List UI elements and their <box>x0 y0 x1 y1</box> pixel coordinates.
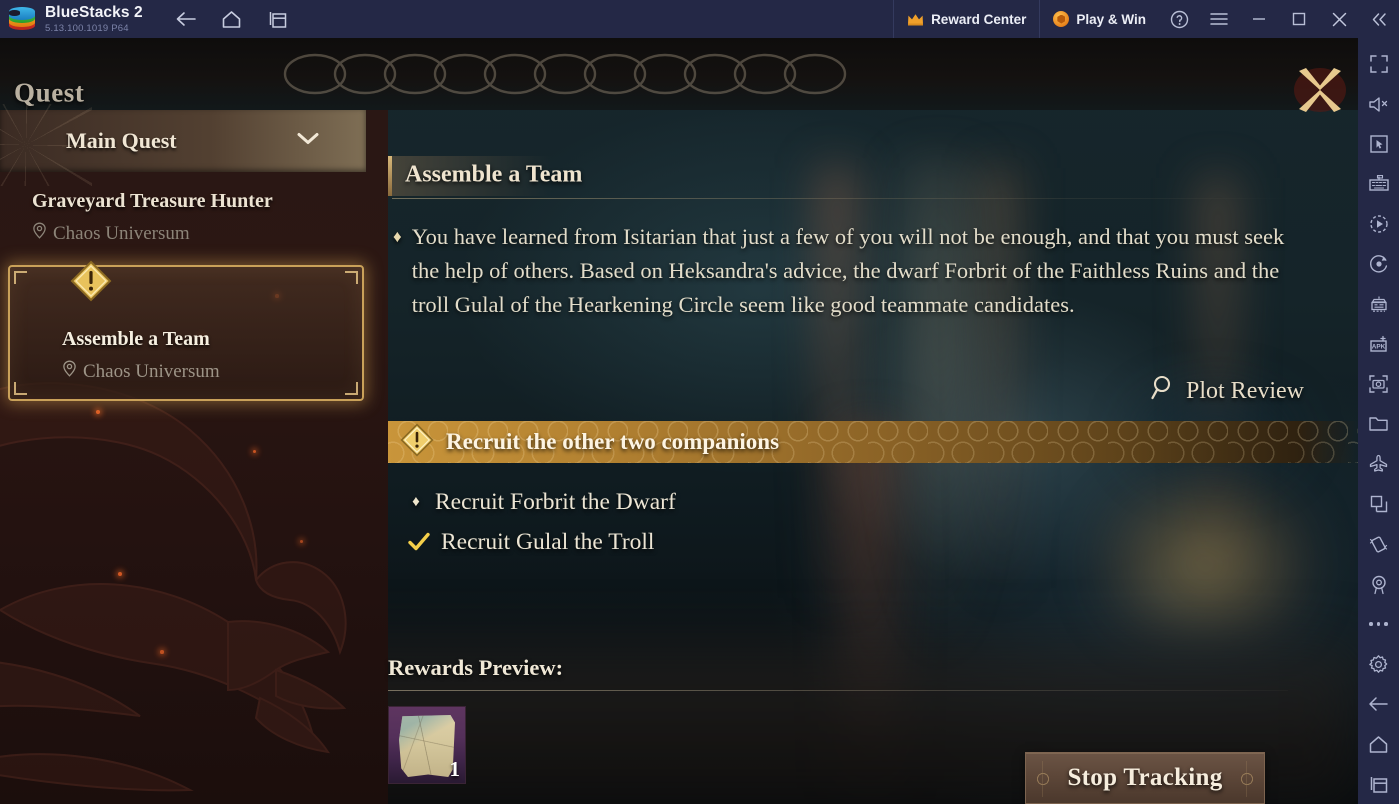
gear-icon[interactable] <box>1358 644 1399 684</box>
bullet-diamond-icon: ♦ <box>393 227 402 246</box>
record-icon[interactable] <box>1358 244 1399 284</box>
app-identity: BlueStacks 2 5.13.100.1019 P64 <box>45 5 143 33</box>
quest-detail-title: Assemble a Team <box>405 161 583 188</box>
map-pin-icon <box>62 360 77 383</box>
svg-text:APK: APK <box>1371 343 1385 350</box>
macro-play-icon[interactable] <box>1358 204 1399 244</box>
check-icon <box>408 532 430 552</box>
objective-label: Recruit the other two companions <box>446 429 780 454</box>
cursor-icon[interactable] <box>1358 124 1399 164</box>
main-quest-category-header[interactable]: Main Quest <box>0 104 366 186</box>
rewards-divider <box>388 690 1288 691</box>
chevron-down-icon <box>296 132 320 151</box>
quest-detail-title-block: Assemble a Team <box>388 156 1293 202</box>
quest-name: Assemble a Team <box>62 328 210 350</box>
multi-instance-icon[interactable] <box>263 4 293 34</box>
quest-diamond-icon <box>400 422 434 462</box>
magnifier-icon <box>1150 375 1175 408</box>
keyboard-icon[interactable] <box>1358 164 1399 204</box>
plot-review-button[interactable]: Plot Review <box>1150 375 1304 408</box>
titlebar-right: Reward Center Play & Win <box>893 0 1399 38</box>
fullscreen-icon[interactable] <box>1358 44 1399 84</box>
folder-icon[interactable] <box>1358 404 1399 444</box>
game-viewport: Quest Main Quest Graveyard Treasure Hunt… <box>0 38 1358 804</box>
android-back-icon[interactable] <box>1358 684 1399 724</box>
quest-location: Chaos Universum <box>32 222 388 245</box>
minimize-icon[interactable] <box>1239 0 1279 38</box>
stop-tracking-button[interactable]: Stop Tracking <box>1025 752 1265 804</box>
bluestacks-window: BlueStacks 2 5.13.100.1019 P64 Reward Ce… <box>0 0 1399 804</box>
quest-diamond-icon <box>70 260 112 302</box>
mute-icon[interactable] <box>1358 84 1399 124</box>
quest-location-label: Chaos Universum <box>83 360 220 382</box>
objective-bar: Recruit the other two companions <box>388 421 1358 463</box>
reward-center-button[interactable]: Reward Center <box>893 0 1039 38</box>
crown-icon <box>907 13 924 26</box>
home-icon[interactable] <box>217 4 247 34</box>
sub-objective-label: Recruit Forbrit the Dwarf <box>435 488 676 515</box>
shake-icon[interactable] <box>1358 524 1399 564</box>
location-icon[interactable] <box>1358 564 1399 604</box>
copy-icon[interactable] <box>1358 484 1399 524</box>
help-icon[interactable] <box>1159 0 1199 38</box>
bluestacks-logo <box>9 6 35 32</box>
reward-item[interactable]: 1 <box>388 706 466 784</box>
screenshot-icon[interactable] <box>1358 364 1399 404</box>
hamburger-menu-icon[interactable] <box>1199 0 1239 38</box>
play-and-win-button[interactable]: Play & Win <box>1039 0 1159 38</box>
treasure-map-icon <box>399 715 455 777</box>
quest-header-strip: Quest <box>0 38 1358 112</box>
map-pin-icon <box>32 222 47 245</box>
app-version: 5.13.100.1019 P64 <box>45 22 129 34</box>
rewards-preview-title: Rewards Preview: <box>388 655 564 680</box>
close-icon[interactable] <box>1319 0 1359 38</box>
dragon-artwork <box>0 382 347 792</box>
emulator-sidebar-rail: APK <box>1358 38 1399 804</box>
quest-name: Graveyard Treasure Hunter <box>32 190 273 212</box>
android-home-icon[interactable] <box>1358 724 1399 764</box>
chain-ornament-icon <box>283 53 847 95</box>
sub-objective-recruit-forbrit: ♦ Recruit Forbrit the Dwarf <box>408 482 676 522</box>
stop-tracking-label: Stop Tracking <box>1067 764 1223 791</box>
android-recents-icon[interactable] <box>1358 764 1399 804</box>
app-name: BlueStacks 2 <box>45 4 143 21</box>
bullet-diamond-icon: ♦ <box>412 493 420 510</box>
collapse-chevrons-icon[interactable] <box>1359 0 1399 38</box>
more-dots-icon[interactable] <box>1358 604 1399 644</box>
apk-install-icon[interactable]: APK <box>1358 324 1399 364</box>
quest-list: Graveyard Treasure Hunter Chaos Universu… <box>0 180 388 401</box>
sub-objective-list: ♦ Recruit Forbrit the Dwarf Recruit Gula… <box>408 482 676 562</box>
play-and-win-label: Play & Win <box>1076 11 1146 27</box>
quest-location: Chaos Universum <box>62 360 362 383</box>
reward-quantity: 1 <box>449 757 461 781</box>
sub-objective-label: Recruit Gulal the Troll <box>441 528 655 555</box>
quest-location-label: Chaos Universum <box>53 222 190 244</box>
titlebar: BlueStacks 2 5.13.100.1019 P64 Reward Ce… <box>0 0 1399 38</box>
quest-description-text: You have learned from Isitarian that jus… <box>411 224 1285 317</box>
window-controls <box>1159 0 1399 38</box>
titlebar-nav <box>171 4 293 34</box>
back-arrow-icon[interactable] <box>171 4 201 34</box>
airplane-icon[interactable] <box>1358 444 1399 484</box>
reward-center-label: Reward Center <box>931 11 1027 27</box>
quest-detail-pane: Assemble a Team ♦ You have learned from … <box>388 110 1358 804</box>
sub-objective-recruit-gulal: Recruit Gulal the Troll <box>408 522 676 562</box>
main-quest-label: Main Quest <box>66 128 177 153</box>
plot-review-label: Plot Review <box>1186 378 1304 404</box>
quest-list-item-assemble-a-team[interactable]: Assemble a Team Chaos Universum <box>8 260 364 401</box>
quest-description: ♦ You have learned from Isitarian that j… <box>393 220 1293 322</box>
maximize-icon[interactable] <box>1279 0 1319 38</box>
more-dots-glyph <box>1369 622 1388 626</box>
quest-list-item-graveyard-treasure-hunter[interactable]: Graveyard Treasure Hunter Chaos Universu… <box>0 180 388 259</box>
multi-instance-sync-icon[interactable] <box>1358 284 1399 324</box>
coin-icon <box>1053 11 1070 27</box>
